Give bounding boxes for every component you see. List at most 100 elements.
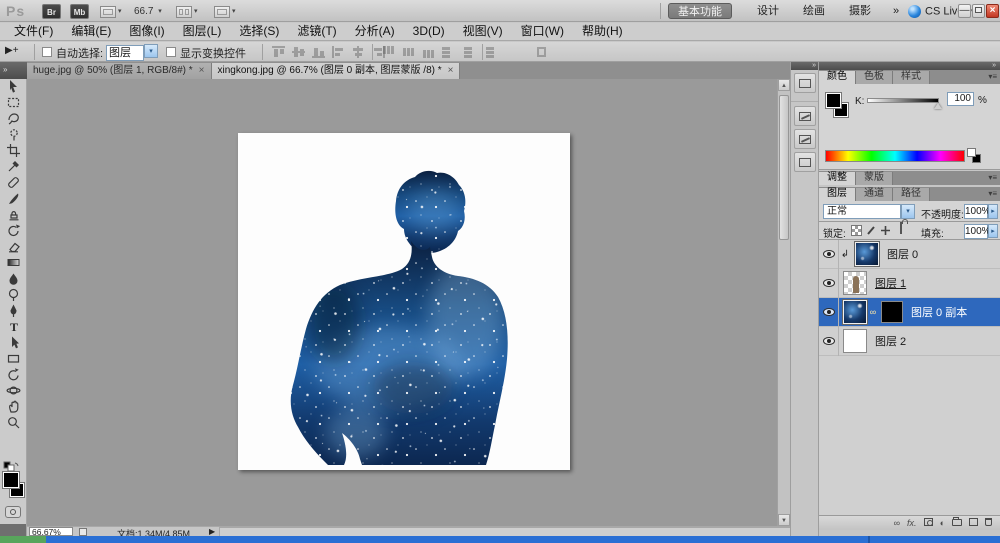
workspace-more-button[interactable]: » <box>884 3 908 19</box>
visibility-toggle[interactable] <box>819 298 839 327</box>
menu-filter[interactable]: 滤镜(T) <box>289 23 344 40</box>
tab-swatches[interactable]: 色板 <box>856 71 893 84</box>
workspace-essentials-button[interactable]: 基本功能 <box>668 3 732 19</box>
delete-layer-icon[interactable] <box>985 518 992 528</box>
panel-menu-icon[interactable]: ▾≡ <box>988 72 997 81</box>
menu-3d[interactable]: 3D(D) <box>405 23 453 40</box>
workspace-design-button[interactable]: 设计 <box>748 3 788 19</box>
toolbox-collapse-header[interactable]: » <box>0 62 27 79</box>
vertical-scroll-thumb[interactable] <box>779 95 789 240</box>
layer-name[interactable]: 图层 0 副本 <box>911 304 967 320</box>
spectrum-white-swatch[interactable] <box>967 148 976 157</box>
k-slider-track[interactable] <box>867 98 939 103</box>
view-extras-button[interactable]: ▾ <box>100 4 122 19</box>
dodge-tool[interactable] <box>0 286 27 302</box>
scroll-up-icon[interactable]: ▲ <box>778 79 790 91</box>
blur-tool[interactable] <box>0 270 27 286</box>
dock-collapse-header[interactable]: » <box>791 62 818 70</box>
panel-foreground-swatch[interactable] <box>826 93 841 108</box>
tab-styles[interactable]: 样式 <box>893 71 930 84</box>
scroll-down-icon[interactable]: ▼ <box>778 514 790 526</box>
distribute-hcenter-icon[interactable] <box>462 46 475 58</box>
document-tab-xingkong[interactable]: xingkong.jpg @ 66.7% (图层 0 副本, 图层蒙版 /8) … <box>212 63 461 79</box>
foreground-color-swatch[interactable] <box>3 472 19 488</box>
visibility-toggle[interactable] <box>819 269 839 298</box>
type-tool[interactable]: T <box>0 318 27 334</box>
link-layers-icon[interactable]: ∞ <box>894 518 900 528</box>
auto-align-layers-icon[interactable] <box>535 46 548 58</box>
tab-paths[interactable]: 路径 <box>893 188 930 201</box>
lock-all-icon[interactable] <box>895 223 906 234</box>
menu-analysis[interactable]: 分析(A) <box>347 23 403 40</box>
lasso-tool[interactable] <box>0 110 27 126</box>
vertical-scrollbar[interactable]: ▲ ▼ <box>777 79 790 526</box>
layer-thumbnail[interactable] <box>843 271 867 295</box>
visibility-toggle[interactable] <box>819 327 839 356</box>
k-slider-handle[interactable] <box>934 103 942 109</box>
mini-bridge-panel-icon[interactable] <box>794 73 816 93</box>
workspace-photography-button[interactable]: 摄影 <box>840 3 880 19</box>
layer-name[interactable]: 图层 0 <box>887 246 918 262</box>
status-zoom-field[interactable]: 66.67% <box>29 527 73 536</box>
healing-brush-tool[interactable] <box>0 174 27 190</box>
pen-tool[interactable] <box>0 302 27 318</box>
eraser-tool[interactable] <box>0 238 27 254</box>
fill-slider-arrow[interactable]: ▸ <box>988 224 998 238</box>
history-brush-tool[interactable] <box>0 222 27 238</box>
distribute-right-icon[interactable] <box>482 46 495 58</box>
auto-select-checkbox[interactable] <box>42 46 52 58</box>
move-tool[interactable] <box>0 78 27 94</box>
close-button[interactable]: × <box>986 4 999 18</box>
menu-help[interactable]: 帮助(H) <box>574 23 631 40</box>
layer-row-0[interactable]: ↲ 图层 0 <box>819 240 1000 269</box>
distribute-bottom-icon[interactable] <box>422 46 435 58</box>
align-left-icon[interactable] <box>332 46 345 58</box>
restore-button[interactable] <box>972 4 985 18</box>
canvas-area[interactable] <box>27 79 777 526</box>
align-top-icon[interactable] <box>272 46 285 58</box>
marquee-tool[interactable] <box>0 94 27 110</box>
path-select-tool[interactable] <box>0 334 27 350</box>
lock-paint-icon[interactable] <box>866 225 877 236</box>
orbit-3d-tool[interactable] <box>0 382 27 398</box>
tab-color[interactable]: 颜色 <box>819 71 856 84</box>
document-canvas[interactable] <box>238 133 570 470</box>
quick-mask-button[interactable] <box>5 506 21 518</box>
rotate-3d-tool[interactable] <box>0 366 27 382</box>
visibility-toggle[interactable] <box>819 240 839 269</box>
clone-stamp-tool[interactable] <box>0 206 27 222</box>
lock-transparency-icon[interactable] <box>851 225 862 236</box>
menu-select[interactable]: 选择(S) <box>231 23 287 40</box>
layer-comps-panel-icon[interactable] <box>794 152 816 172</box>
color-spectrum-ramp[interactable] <box>825 150 965 162</box>
tab-close-icon[interactable]: × <box>448 65 454 76</box>
auto-select-dropdown[interactable]: 图层 <box>106 45 144 61</box>
new-layer-icon[interactable] <box>969 518 978 528</box>
menu-file[interactable]: 文件(F) <box>6 23 61 40</box>
auto-select-dropdown-arrow[interactable]: ▾ <box>144 44 158 58</box>
history-panel-icon[interactable] <box>794 106 816 126</box>
menu-layer[interactable]: 图层(L) <box>175 23 230 40</box>
show-transform-checkbox[interactable] <box>166 46 176 58</box>
panel-menu-icon[interactable]: ▾≡ <box>988 173 997 182</box>
workspace-painting-button[interactable]: 绘画 <box>794 3 834 19</box>
new-group-icon[interactable] <box>952 518 962 528</box>
fill-field[interactable]: 100% <box>964 224 988 239</box>
layer-name[interactable]: 图层 1 <box>875 275 906 291</box>
adjustment-layer-icon[interactable]: ◐ <box>940 518 945 528</box>
tab-adjustments[interactable]: 调整 <box>819 172 856 185</box>
align-vcenter-icon[interactable] <box>292 46 305 58</box>
k-value-field[interactable]: 100 <box>947 92 974 106</box>
align-bottom-icon[interactable] <box>312 46 325 58</box>
panel-menu-icon[interactable]: ▾≡ <box>988 189 997 198</box>
tab-channels[interactable]: 通道 <box>856 188 893 201</box>
distribute-top-icon[interactable] <box>382 46 395 58</box>
blend-mode-dropdown[interactable]: 正常 ▾ <box>823 204 915 219</box>
layer-row-2-selected[interactable]: ∞ 图层 0 副本 <box>819 298 1000 327</box>
opacity-slider-arrow[interactable]: ▸ <box>988 204 998 219</box>
menu-image[interactable]: 图像(I) <box>121 23 172 40</box>
zoom-tool[interactable] <box>0 414 27 430</box>
brush-tool[interactable] <box>0 190 27 206</box>
layer-style-icon[interactable]: fx. <box>907 518 917 528</box>
layer-row-1[interactable]: 图层 1 <box>819 269 1000 298</box>
